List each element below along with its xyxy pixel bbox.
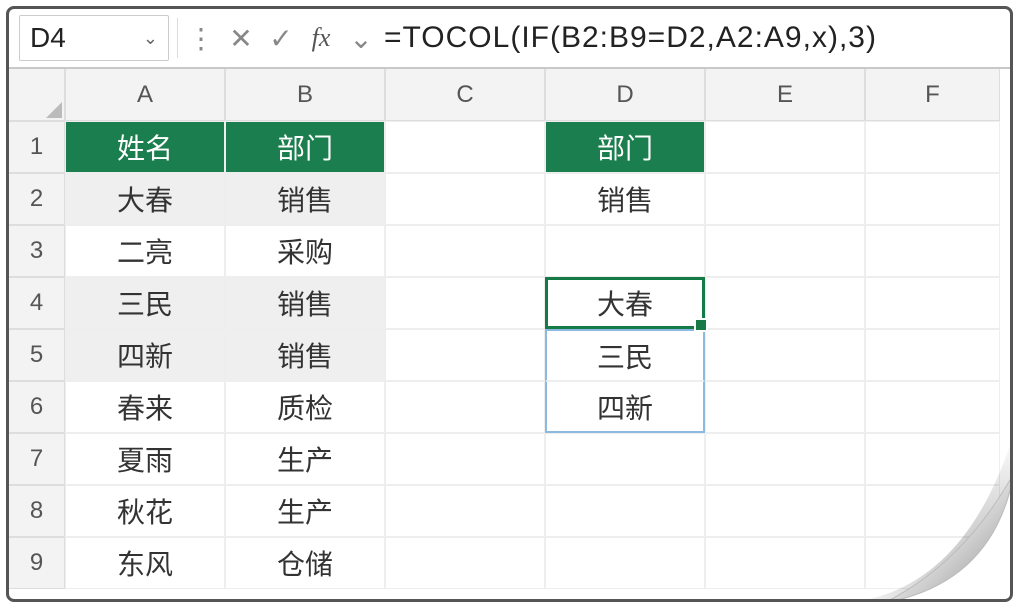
- cell-A5[interactable]: 四新: [65, 329, 225, 381]
- cell-D5[interactable]: 三民: [545, 329, 705, 381]
- col-header-D[interactable]: D: [545, 69, 705, 121]
- chevron-down-icon[interactable]: ⌄: [143, 28, 158, 49]
- cell-B8[interactable]: 生产: [225, 485, 385, 537]
- cell-E4[interactable]: [705, 277, 865, 329]
- cell-E9[interactable]: [705, 537, 865, 589]
- cell-F2[interactable]: [865, 173, 1000, 225]
- cell-D1[interactable]: 部门: [545, 121, 705, 173]
- cancel-icon[interactable]: ✕: [226, 23, 256, 53]
- cell-B5[interactable]: 销售: [225, 329, 385, 381]
- cell-A1[interactable]: 姓名: [65, 121, 225, 173]
- cell-reference: D4: [30, 22, 66, 54]
- cell-A9[interactable]: 东风: [65, 537, 225, 589]
- row-header-9[interactable]: 9: [9, 537, 65, 589]
- cell-D3[interactable]: [545, 225, 705, 277]
- cell-C6[interactable]: [385, 381, 545, 433]
- cell-B1[interactable]: 部门: [225, 121, 385, 173]
- cell-A4[interactable]: 三民: [65, 277, 225, 329]
- spreadsheet-grid[interactable]: A B C D E F 1 姓名 部门 部门 2 大春 销售 销售 3 二亮 采…: [9, 69, 1010, 589]
- cell-F1[interactable]: [865, 121, 1000, 173]
- chevron-down-icon[interactable]: ⌄: [346, 23, 376, 53]
- cell-D4[interactable]: 大春: [545, 277, 705, 329]
- cell-D7[interactable]: [545, 433, 705, 485]
- cell-A3[interactable]: 二亮: [65, 225, 225, 277]
- row-header-8[interactable]: 8: [9, 485, 65, 537]
- row-header-6[interactable]: 6: [9, 381, 65, 433]
- cell-E5[interactable]: [705, 329, 865, 381]
- col-header-F[interactable]: F: [865, 69, 1000, 121]
- spreadsheet-window: D4 ⌄ ⋮ ✕ ✓ fx ⌄ =TOCOL(IF(B2:B9=D2,A2:A9…: [6, 6, 1013, 602]
- cell-F4[interactable]: [865, 277, 1000, 329]
- cell-C8[interactable]: [385, 485, 545, 537]
- separator: [177, 18, 178, 58]
- cell-F9[interactable]: [865, 537, 1000, 589]
- cell-A6[interactable]: 春来: [65, 381, 225, 433]
- cell-E8[interactable]: [705, 485, 865, 537]
- col-header-E[interactable]: E: [705, 69, 865, 121]
- cell-C3[interactable]: [385, 225, 545, 277]
- cell-C4[interactable]: [385, 277, 545, 329]
- row-header-5[interactable]: 5: [9, 329, 65, 381]
- row-header-2[interactable]: 2: [9, 173, 65, 225]
- cell-B3[interactable]: 采购: [225, 225, 385, 277]
- cell-C1[interactable]: [385, 121, 545, 173]
- cell-A7[interactable]: 夏雨: [65, 433, 225, 485]
- cell-C7[interactable]: [385, 433, 545, 485]
- cell-D9[interactable]: [545, 537, 705, 589]
- cell-F6[interactable]: [865, 381, 1000, 433]
- cell-B2[interactable]: 销售: [225, 173, 385, 225]
- formula-bar: D4 ⌄ ⋮ ✕ ✓ fx ⌄ =TOCOL(IF(B2:B9=D2,A2:A9…: [9, 9, 1010, 69]
- row-header-7[interactable]: 7: [9, 433, 65, 485]
- cell-B7[interactable]: 生产: [225, 433, 385, 485]
- cell-A8[interactable]: 秋花: [65, 485, 225, 537]
- formula-input[interactable]: =TOCOL(IF(B2:B9=D2,A2:A9,x),3): [384, 21, 1000, 55]
- row-header-1[interactable]: 1: [9, 121, 65, 173]
- row-header-3[interactable]: 3: [9, 225, 65, 277]
- cell-D8[interactable]: [545, 485, 705, 537]
- more-icon[interactable]: ⋮: [186, 23, 216, 53]
- fx-icon[interactable]: fx: [306, 23, 336, 53]
- cell-D2[interactable]: 销售: [545, 173, 705, 225]
- formula-bar-buttons: ⋮ ✕ ✓ fx ⌄: [186, 23, 376, 53]
- name-box[interactable]: D4 ⌄: [19, 15, 169, 61]
- cell-C5[interactable]: [385, 329, 545, 381]
- cell-B6[interactable]: 质检: [225, 381, 385, 433]
- cell-B9[interactable]: 仓储: [225, 537, 385, 589]
- cell-F7[interactable]: [865, 433, 1000, 485]
- cell-F3[interactable]: [865, 225, 1000, 277]
- cell-E1[interactable]: [705, 121, 865, 173]
- cell-E3[interactable]: [705, 225, 865, 277]
- cell-F5[interactable]: [865, 329, 1000, 381]
- col-header-A[interactable]: A: [65, 69, 225, 121]
- cell-C2[interactable]: [385, 173, 545, 225]
- cell-D6[interactable]: 四新: [545, 381, 705, 433]
- accept-icon[interactable]: ✓: [266, 23, 296, 53]
- cell-C9[interactable]: [385, 537, 545, 589]
- cell-B4[interactable]: 销售: [225, 277, 385, 329]
- cell-E7[interactable]: [705, 433, 865, 485]
- row-header-4[interactable]: 4: [9, 277, 65, 329]
- cell-F8[interactable]: [865, 485, 1000, 537]
- col-header-B[interactable]: B: [225, 69, 385, 121]
- cell-A2[interactable]: 大春: [65, 173, 225, 225]
- col-header-C[interactable]: C: [385, 69, 545, 121]
- cell-E6[interactable]: [705, 381, 865, 433]
- select-all-corner[interactable]: [9, 69, 65, 121]
- cell-E2[interactable]: [705, 173, 865, 225]
